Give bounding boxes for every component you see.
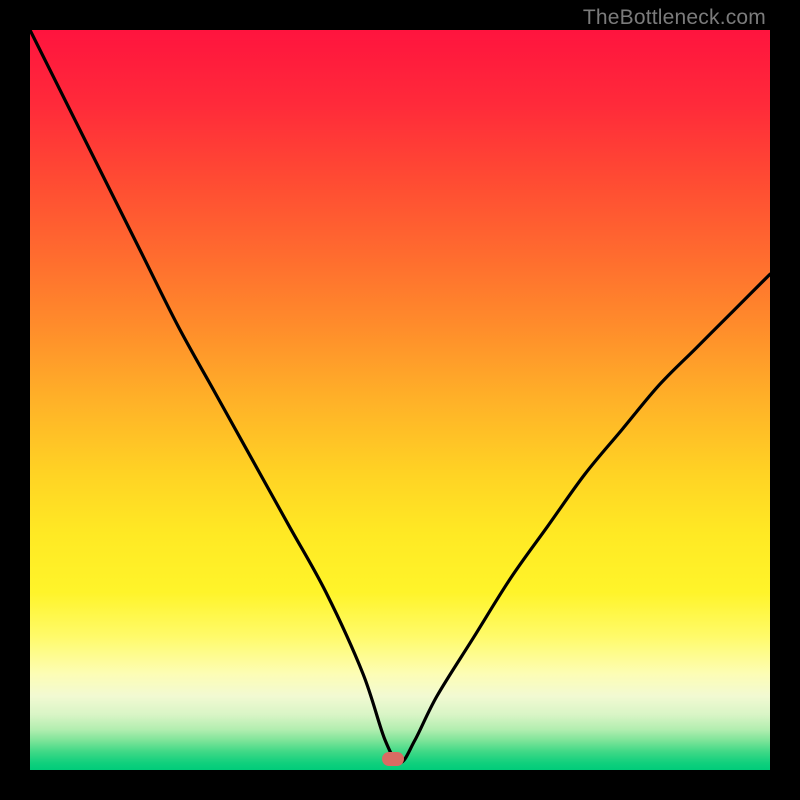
optimal-point-marker — [382, 752, 404, 766]
chart-frame: TheBottleneck.com — [0, 0, 800, 800]
watermark-label: TheBottleneck.com — [583, 6, 766, 30]
plot-area — [30, 30, 770, 770]
bottleneck-curve — [30, 30, 770, 770]
